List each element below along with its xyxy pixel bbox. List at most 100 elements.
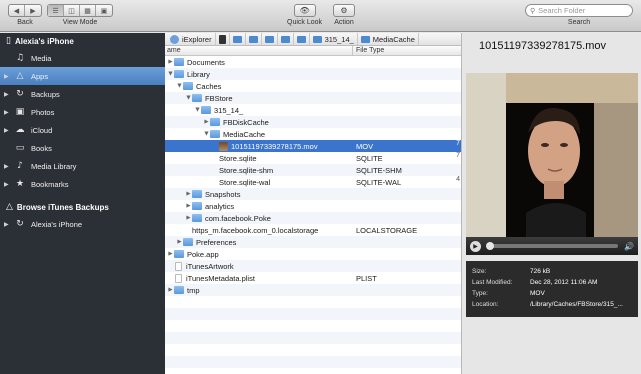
file-row[interactable]: Store.sqlite-shm SQLITE-SHM — [165, 164, 461, 176]
breadcrumb-segment[interactable] — [262, 33, 278, 45]
collapse-triangle-icon[interactable]: ▼ — [194, 107, 201, 113]
view-mode-control[interactable]: ☰ ◫ ▦ ▣ — [47, 4, 113, 17]
disclosure-triangle-icon[interactable]: ▶ — [4, 73, 13, 80]
expand-triangle-icon[interactable]: ▶ — [185, 191, 192, 197]
breadcrumb-segment[interactable] — [216, 33, 230, 45]
file-row[interactable]: https_m.facebook.com_0.localstorage LOCAL… — [165, 224, 461, 236]
itunes-backups-header[interactable]: △ Browse iTunes Backups — [0, 199, 165, 215]
search-input[interactable]: ⚲ Search Folder — [525, 4, 633, 17]
icon-view-icon[interactable]: ▦ — [80, 5, 96, 16]
file-row[interactable]: ▶ Snapshots — [165, 188, 461, 200]
file-row[interactable]: Store.sqlite-wal SQLITE-WAL 4 — [165, 176, 461, 188]
action-button[interactable]: ⚙ — [333, 4, 355, 17]
back-arrow-icon[interactable]: ◀ — [9, 5, 25, 16]
file-row[interactable]: 10151197339278175.mov MOV 7 — [165, 140, 461, 152]
scrubber-knob[interactable] — [486, 242, 494, 250]
file-row[interactable]: ▶ com.facebook.Poke — [165, 212, 461, 224]
folder-icon — [232, 35, 242, 43]
movie-thumbnail-icon — [219, 141, 228, 151]
sidebar-item-label: Alexia's iPhone — [31, 219, 83, 229]
breadcrumb-segment[interactable]: iExplorer — [167, 33, 216, 45]
breadcrumb-segment[interactable] — [246, 33, 262, 45]
search-label: Search — [567, 19, 591, 26]
action-group: ⚙ Action — [333, 4, 355, 26]
sidebar-item-apps[interactable]: ▶ △ Apps — [0, 67, 165, 85]
column-view-icon[interactable]: ◫ — [64, 5, 80, 16]
file-row[interactable]: ▼ Library — [165, 68, 461, 80]
expand-triangle-icon[interactable]: ▶ — [176, 239, 183, 245]
volume-icon[interactable]: 🔊 — [624, 242, 634, 251]
expand-triangle-icon[interactable]: ▶ — [167, 251, 174, 257]
forward-arrow-icon[interactable]: ▶ — [25, 5, 41, 16]
expand-triangle-icon[interactable]: ▶ — [185, 215, 192, 221]
sidebar-item-books[interactable]: ▭ Books — [0, 139, 165, 157]
disclosure-triangle-icon[interactable]: ▶ — [4, 91, 13, 98]
expand-triangle-icon[interactable]: ▶ — [185, 203, 192, 209]
sidebar-item-media[interactable]: ♫ Media — [0, 49, 165, 67]
info-value: /Library/Caches/FBStore/315_... — [530, 301, 623, 308]
collapse-triangle-icon[interactable]: ▼ — [176, 83, 183, 89]
quick-look-button[interactable]: 👁 — [293, 4, 316, 17]
file-row[interactable]: ▶ Documents — [165, 56, 461, 68]
device-header[interactable]: ▯ Alexia's iPhone — [0, 33, 165, 49]
file-row[interactable]: ▼ MediaCache — [165, 128, 461, 140]
info-key: Location: — [472, 301, 499, 308]
breadcrumb-segment[interactable] — [294, 33, 310, 45]
document-icon — [175, 261, 182, 271]
disclosure-triangle-icon[interactable]: ▶ — [4, 127, 13, 134]
file-type: SQLITE-WAL — [356, 177, 402, 187]
folder-icon — [192, 94, 202, 102]
breadcrumb-segment[interactable]: MediaCache — [358, 33, 419, 45]
file-row[interactable]: ▼ 315_14_ — [165, 104, 461, 116]
breadcrumb-segment[interactable]: 315_14_ — [310, 33, 358, 45]
file-row[interactable]: iTunesArtwork — [165, 260, 461, 272]
disclosure-triangle-icon[interactable]: ▶ — [4, 181, 13, 188]
collapse-triangle-icon[interactable]: ▼ — [203, 131, 210, 137]
book-icon: ▭ — [15, 143, 25, 153]
collapse-triangle-icon[interactable]: ▼ — [167, 71, 174, 77]
file-type-column-header[interactable]: File Type — [353, 46, 461, 55]
sidebar-item-backups[interactable]: ▶ ↻ Backups — [0, 85, 165, 103]
expand-triangle-icon[interactable]: ▶ — [167, 59, 174, 65]
file-row[interactable]: ▶ tmp — [165, 284, 461, 296]
info-value: MOV — [530, 290, 545, 297]
name-column-header[interactable]: ame — [165, 46, 353, 55]
sidebar-item-bookmarks[interactable]: ▶ ★ Bookmarks — [0, 175, 165, 193]
video-preview[interactable] — [466, 73, 638, 237]
disclosure-triangle-icon[interactable]: ▶ — [4, 163, 13, 170]
view-mode-label: View Mode — [62, 19, 98, 26]
file-name: iTunesMetadata.plist — [186, 273, 255, 283]
breadcrumb-segment[interactable] — [278, 33, 294, 45]
sidebar-item-media-library[interactable]: ▶ ♪ Media Library — [0, 157, 165, 175]
info-key: Type: — [472, 290, 488, 297]
file-type: LOCALSTORAGE — [356, 225, 418, 235]
folder-icon — [201, 106, 211, 114]
file-row[interactable]: ▼ Caches — [165, 80, 461, 92]
file-row[interactable]: ▼ FBStore — [165, 92, 461, 104]
collapse-triangle-icon[interactable]: ▼ — [185, 95, 192, 101]
playback-scrubber[interactable] — [486, 242, 619, 250]
expand-triangle-icon[interactable]: ▶ — [167, 287, 174, 293]
file-row[interactable]: ▶ Preferences — [165, 236, 461, 248]
list-view-icon[interactable]: ☰ — [48, 5, 64, 16]
file-row[interactable]: ▶ FBDiskCache — [165, 116, 461, 128]
cloud-icon: ☁ — [15, 125, 25, 135]
back-forward-buttons[interactable]: ◀ ▶ — [8, 4, 42, 17]
disclosure-triangle-icon[interactable]: ▶ — [4, 109, 13, 116]
file-row[interactable]: Store.sqlite SQLITE 7 — [165, 152, 461, 164]
folder-icon — [192, 190, 202, 198]
play-button[interactable]: ▶ — [470, 240, 481, 252]
disclosure-triangle-icon[interactable]: ▶ — [4, 221, 13, 228]
cover-flow-icon[interactable]: ▣ — [96, 5, 112, 16]
file-name: analytics — [205, 201, 235, 211]
sidebar-item-photos[interactable]: ▶ ▣ Photos — [0, 103, 165, 121]
apps-icon: △ — [6, 202, 13, 212]
sidebar-item-alexia-s-iphone[interactable]: ▶ ↻ Alexia's iPhone — [0, 215, 165, 233]
file-row[interactable]: ▶ Poke.app — [165, 248, 461, 260]
expand-triangle-icon[interactable]: ▶ — [203, 119, 210, 125]
file-row[interactable]: ▶ analytics — [165, 200, 461, 212]
sidebar-item-icloud[interactable]: ▶ ☁ iCloud — [0, 121, 165, 139]
file-row[interactable]: iTunesMetadata.plist PLIST — [165, 272, 461, 284]
search-icon: ⚲ — [530, 6, 536, 15]
breadcrumb-segment[interactable] — [230, 33, 246, 45]
